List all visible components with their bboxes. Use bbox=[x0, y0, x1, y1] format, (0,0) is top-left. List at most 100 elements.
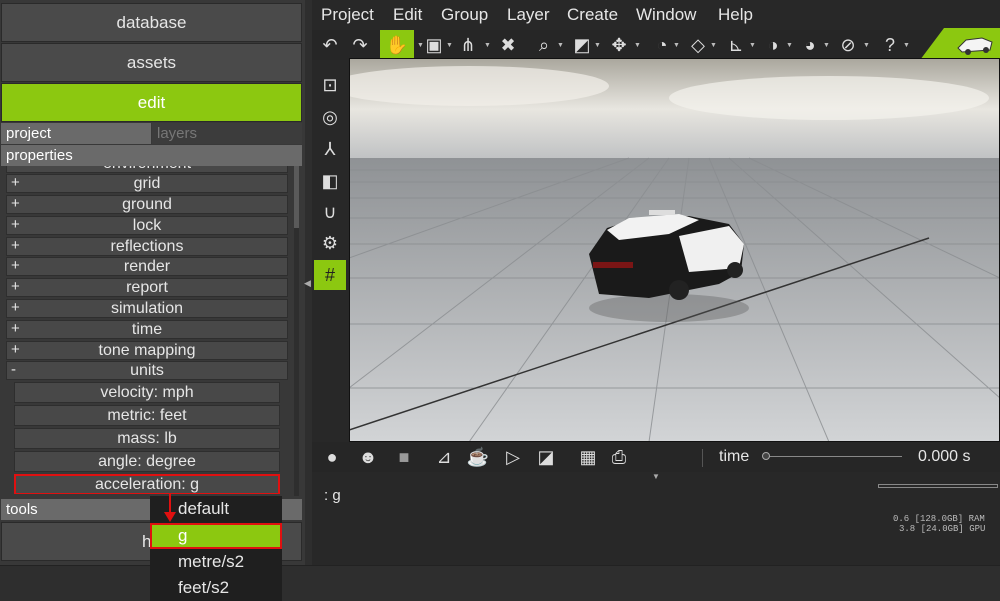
console-progress bbox=[878, 484, 998, 488]
property-group-tone-mapping[interactable]: + tone mapping bbox=[6, 341, 288, 360]
property-group-lock[interactable]: + lock bbox=[6, 216, 288, 235]
teapot-icon[interactable]: ☕ bbox=[462, 442, 494, 472]
properties-scrollbar-thumb[interactable] bbox=[294, 166, 299, 228]
time-slider-track[interactable] bbox=[766, 456, 902, 457]
property-group-label: grid bbox=[133, 174, 161, 192]
dropdown-arrow-icon[interactable]: ▼ bbox=[634, 42, 641, 49]
property-group-render[interactable]: + render bbox=[6, 257, 288, 276]
speed-icon[interactable]: ◕ bbox=[794, 30, 826, 60]
dropdown-arrow-icon[interactable]: ▼ bbox=[594, 42, 601, 49]
units-mass[interactable]: mass: lb bbox=[14, 428, 280, 449]
head-icon[interactable]: ☻ bbox=[352, 442, 384, 472]
menu-help[interactable]: Help bbox=[718, 5, 753, 25]
dropdown-arrow-icon[interactable]: ▼ bbox=[446, 42, 453, 49]
properties-list: environment + grid + ground + lock + reflect… bbox=[6, 166, 290, 494]
dropdown-arrow-icon[interactable]: ▼ bbox=[417, 42, 424, 49]
play-icon[interactable]: ▷ bbox=[497, 442, 529, 472]
ram-stats: 0.6 [128.0GB] RAM bbox=[893, 514, 985, 524]
gpu-stats: 3.8 [24.0GB] GPU bbox=[899, 524, 986, 534]
axes-icon[interactable]: ⅄ bbox=[312, 134, 348, 164]
dropdown-arrow-icon[interactable]: ▼ bbox=[484, 42, 491, 49]
menu-group[interactable]: Group bbox=[441, 5, 488, 25]
viewport-frame bbox=[349, 58, 1000, 442]
assets-button[interactable]: assets bbox=[1, 43, 302, 82]
graph-icon[interactable]: ⊿ bbox=[428, 442, 460, 472]
dropdown-arrow-icon[interactable]: ▼ bbox=[863, 42, 870, 49]
dropdown-arrow-icon[interactable]: ▼ bbox=[673, 42, 680, 49]
properties-header[interactable]: properties bbox=[1, 145, 302, 166]
option-metre-s2[interactable]: metre/s2 bbox=[150, 549, 282, 575]
property-group-environment[interactable]: environment bbox=[6, 166, 288, 173]
menu-create[interactable]: Create bbox=[567, 5, 618, 25]
hand-icon[interactable]: ✋ bbox=[380, 30, 414, 60]
print-icon[interactable]: ⎙ bbox=[603, 442, 635, 472]
dropdown-arrow-icon[interactable]: ▼ bbox=[823, 42, 830, 49]
tab-project[interactable]: project bbox=[1, 123, 151, 144]
material-icon[interactable]: ■ bbox=[388, 442, 420, 472]
target-icon[interactable]: ◎ bbox=[312, 102, 348, 132]
expand-arrow-icon[interactable]: ▼ bbox=[652, 472, 660, 481]
menu-layer[interactable]: Layer bbox=[507, 5, 550, 25]
option-feet-s2[interactable]: feet/s2 bbox=[150, 575, 282, 601]
magnet-icon[interactable]: ∪ bbox=[312, 197, 348, 227]
help-icon[interactable]: ? bbox=[874, 30, 906, 60]
annotation-arrow-icon bbox=[164, 494, 176, 522]
property-group-label: environment bbox=[103, 166, 191, 173]
units-angle[interactable]: angle: degree bbox=[14, 451, 280, 472]
property-group-simulation[interactable]: + simulation bbox=[6, 299, 288, 318]
units-acceleration[interactable]: acceleration: g bbox=[14, 474, 280, 494]
units-velocity[interactable]: velocity: mph bbox=[14, 382, 280, 403]
menubar: Project Edit Group Layer Create Window H… bbox=[0, 0, 1000, 31]
property-group-ground[interactable]: + ground bbox=[6, 195, 288, 214]
time-label: time bbox=[719, 448, 750, 465]
redo-icon[interactable]: ↷ bbox=[344, 30, 376, 60]
camera-icon[interactable]: ⊡ bbox=[312, 70, 348, 100]
menu-edit[interactable]: Edit bbox=[393, 5, 422, 25]
grid-icon[interactable]: # bbox=[314, 260, 346, 290]
measure-icon[interactable]: ⊾ bbox=[720, 30, 752, 60]
layout-icon[interactable]: ◧ bbox=[312, 166, 348, 196]
expand-sign: + bbox=[11, 174, 20, 191]
tab-layers[interactable]: layers bbox=[152, 123, 302, 144]
units-metric[interactable]: metric: feet bbox=[14, 405, 280, 426]
property-group-reflections[interactable]: + reflections bbox=[6, 237, 288, 256]
property-group-time[interactable]: + time bbox=[6, 320, 288, 339]
dropdown-arrow-icon[interactable]: ▼ bbox=[786, 42, 793, 49]
option-g[interactable]: g bbox=[150, 523, 282, 549]
edit-button[interactable]: edit bbox=[1, 83, 302, 122]
sphere-icon[interactable]: ● bbox=[316, 442, 348, 472]
dropdown-arrow-icon[interactable]: ▼ bbox=[557, 42, 564, 49]
property-group-units[interactable]: - units bbox=[6, 361, 288, 380]
dropdown-arrow-icon[interactable]: ▼ bbox=[710, 42, 717, 49]
ruler-icon[interactable]: ⊘ bbox=[832, 30, 864, 60]
expand-sign: + bbox=[11, 320, 20, 337]
expand-sign: + bbox=[11, 299, 20, 316]
dropdown-arrow-icon[interactable]: ▼ bbox=[903, 42, 910, 49]
property-group-label: units bbox=[130, 361, 164, 379]
record-icon[interactable]: ◪ bbox=[530, 442, 562, 472]
move-icon[interactable]: ✥ bbox=[603, 30, 635, 60]
collapse-arrow-icon[interactable]: ◀ bbox=[304, 278, 311, 289]
time-value: 0.000 s bbox=[918, 448, 971, 465]
property-group-report[interactable]: + report bbox=[6, 278, 288, 297]
vehicle-logo-icon[interactable] bbox=[910, 28, 1000, 60]
settings-icon[interactable]: ⚙ bbox=[312, 228, 348, 258]
undo-icon[interactable]: ↶ bbox=[314, 30, 346, 60]
time-slider-handle[interactable] bbox=[762, 452, 770, 460]
menu-project[interactable]: Project bbox=[321, 5, 374, 25]
property-group-label: lock bbox=[132, 216, 162, 234]
delete-icon[interactable]: ✖ bbox=[492, 30, 524, 60]
expand-sign: + bbox=[11, 237, 20, 254]
dropdown-arrow-icon[interactable]: ▼ bbox=[749, 42, 756, 49]
calculator-icon[interactable]: ▦ bbox=[572, 442, 604, 472]
dial-icon[interactable]: ◑ bbox=[757, 30, 789, 60]
console-output: : g bbox=[324, 487, 341, 504]
property-group-label: report bbox=[126, 278, 168, 296]
expand-sign: + bbox=[11, 341, 20, 358]
property-group-grid[interactable]: + grid bbox=[6, 174, 288, 193]
panel-tabs: project layers bbox=[1, 123, 302, 144]
menu-window[interactable]: Window bbox=[636, 5, 696, 25]
zoom-icon[interactable]: ⌕ bbox=[528, 30, 560, 60]
property-group-label: reflections bbox=[110, 237, 184, 255]
transform-icon[interactable]: ⋔ bbox=[452, 30, 484, 60]
